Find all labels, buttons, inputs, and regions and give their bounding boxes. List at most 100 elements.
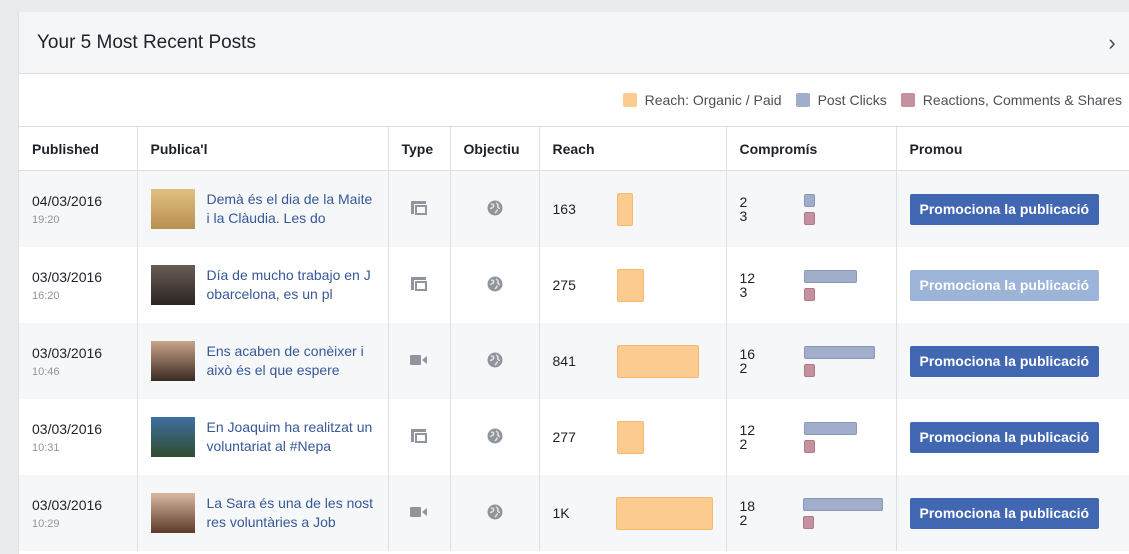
globe-icon xyxy=(487,428,502,443)
globe-icon xyxy=(487,504,502,519)
targeting-cell xyxy=(450,323,540,399)
published-cell: 04/03/2016 19:20 xyxy=(19,170,138,247)
promote-post-button[interactable]: Promociona la publicació xyxy=(909,193,1100,225)
panel-title: Your 5 Most Recent Posts xyxy=(37,31,256,53)
recent-posts-panel: Your 5 Most Recent Posts › Reach: Organi… xyxy=(18,12,1129,554)
publish-time: 16:20 xyxy=(32,289,60,302)
publish-time: 10:31 xyxy=(32,441,60,454)
multi-photo-icon xyxy=(411,276,427,294)
table-row: 04/03/2016 19:20 Demà és el dia de la Ma… xyxy=(19,170,1129,247)
post-thumbnail[interactable] xyxy=(150,417,195,457)
post-text-link[interactable]: Ens acaben de conèixer i això és el que … xyxy=(207,342,375,380)
publish-date: 03/03/2016 xyxy=(32,496,103,513)
engagement-cell: 12 3 xyxy=(726,247,897,323)
post-clicks-bar xyxy=(803,421,857,435)
post-thumbnail[interactable] xyxy=(150,493,195,533)
globe-icon xyxy=(487,352,502,367)
reactions-value: 2 xyxy=(739,436,748,452)
post-text-link[interactable]: La Sara és una de les nostres voluntàrie… xyxy=(207,494,375,532)
legend-label-reach: Reach: Organic / Paid xyxy=(644,92,782,108)
table-row: 03/03/2016 16:20 Día de mucho trabajo en… xyxy=(19,247,1129,323)
targeting-cell xyxy=(450,170,540,247)
reach-value: 275 xyxy=(552,277,576,293)
promote-post-button[interactable]: Promociona la publicació xyxy=(909,345,1100,377)
post-thumbnail[interactable] xyxy=(150,341,195,381)
post-text-link[interactable]: Demà és el dia de la Maite i la Clàudia.… xyxy=(207,190,375,228)
legend-label-clicks: Post Clicks xyxy=(817,92,887,108)
column-header-engagement[interactable]: Compromís xyxy=(726,127,897,171)
post-clicks-value: 12 xyxy=(739,422,756,438)
promote-cell: Promociona la publicació xyxy=(896,170,1129,247)
panel-header: Your 5 Most Recent Posts › xyxy=(19,12,1129,74)
multi-photo-icon xyxy=(411,200,427,218)
publish-time: 10:29 xyxy=(32,517,60,530)
reach-bar xyxy=(616,344,699,378)
table-body: 04/03/2016 19:20 Demà és el dia de la Ma… xyxy=(19,170,1129,551)
promote-cell: Promociona la publicació xyxy=(896,247,1129,323)
reactions-value: 2 xyxy=(739,360,748,376)
chart-legend: Reach: Organic / Paid Post Clicks Reacti… xyxy=(19,74,1129,127)
type-cell xyxy=(388,475,451,551)
engagement-cell: 16 2 xyxy=(726,323,897,399)
post-clicks-bar xyxy=(803,269,857,283)
published-cell: 03/03/2016 10:46 xyxy=(19,323,138,399)
reactions-bar xyxy=(802,515,814,529)
chevron-right-icon[interactable]: › xyxy=(1102,30,1122,56)
reactions-bar xyxy=(803,439,815,453)
column-header-published[interactable]: Published xyxy=(19,127,138,171)
post-text-link[interactable]: En Joaquim ha realitzat un voluntariat a… xyxy=(207,418,375,456)
post-clicks-bar xyxy=(803,193,815,207)
reach-bar xyxy=(616,420,644,454)
reactions-bar xyxy=(803,363,815,377)
promote-post-button[interactable]: Promociona la publicació xyxy=(909,269,1100,301)
reach-cell: 163 xyxy=(539,170,727,247)
engagement-cell: 12 2 xyxy=(726,399,897,475)
published-cell: 03/03/2016 10:31 xyxy=(19,399,138,475)
type-cell xyxy=(388,170,451,247)
reach-value: 277 xyxy=(552,429,576,445)
post-cell: Ens acaben de conèixer i això és el que … xyxy=(137,323,389,399)
reactions-value: 3 xyxy=(739,208,748,224)
post-cell: En Joaquim ha realitzat un voluntariat a… xyxy=(137,399,389,475)
post-cell: Demà és el dia de la Maite i la Clàudia.… xyxy=(137,170,389,247)
promote-post-button[interactable]: Promociona la publicació xyxy=(909,497,1100,529)
post-clicks-value: 18 xyxy=(739,498,756,514)
post-clicks-value: 12 xyxy=(739,270,756,286)
reach-bar xyxy=(616,496,713,530)
post-clicks-bar xyxy=(803,345,875,359)
post-text-link[interactable]: Día de mucho trabajo en Jobarcelona, es … xyxy=(207,266,375,304)
reach-cell: 841 xyxy=(539,323,727,399)
legend-swatch-reactions xyxy=(900,93,915,107)
engagement-cell: 2 3 xyxy=(726,170,897,247)
post-clicks-bar xyxy=(802,497,883,511)
column-header-promote[interactable]: Promou xyxy=(896,127,1129,171)
reach-cell: 275 xyxy=(539,247,727,323)
reactions-value: 2 xyxy=(739,512,748,528)
post-thumbnail[interactable] xyxy=(150,265,195,305)
video-icon xyxy=(410,505,428,521)
column-header-post[interactable]: Publica'l xyxy=(137,127,389,171)
publish-time: 10:46 xyxy=(32,365,60,378)
reactions-bar xyxy=(803,211,815,225)
legend-label-reactions: Reactions, Comments & Shares xyxy=(922,92,1122,108)
reach-cell: 1K xyxy=(539,475,727,551)
column-header-type[interactable]: Type xyxy=(388,127,451,171)
published-cell: 03/03/2016 10:29 xyxy=(19,475,138,551)
promote-cell: Promociona la publicació xyxy=(896,399,1129,475)
reach-bar xyxy=(616,192,633,226)
publish-date: 04/03/2016 xyxy=(32,192,103,209)
column-header-targeting[interactable]: Objectiu xyxy=(450,127,540,171)
publish-date: 03/03/2016 xyxy=(32,344,103,361)
column-header-reach[interactable]: Reach xyxy=(539,127,727,171)
promote-post-button[interactable]: Promociona la publicació xyxy=(909,421,1100,453)
reach-value: 841 xyxy=(552,353,576,369)
reach-bar xyxy=(616,268,644,302)
type-cell xyxy=(388,247,451,323)
reach-cell: 277 xyxy=(539,399,727,475)
reactions-bar xyxy=(803,287,815,301)
globe-icon xyxy=(487,276,502,291)
targeting-cell xyxy=(450,475,540,551)
post-clicks-value: 2 xyxy=(739,194,748,210)
post-thumbnail[interactable] xyxy=(150,189,195,229)
engagement-cell: 18 2 xyxy=(726,475,897,551)
